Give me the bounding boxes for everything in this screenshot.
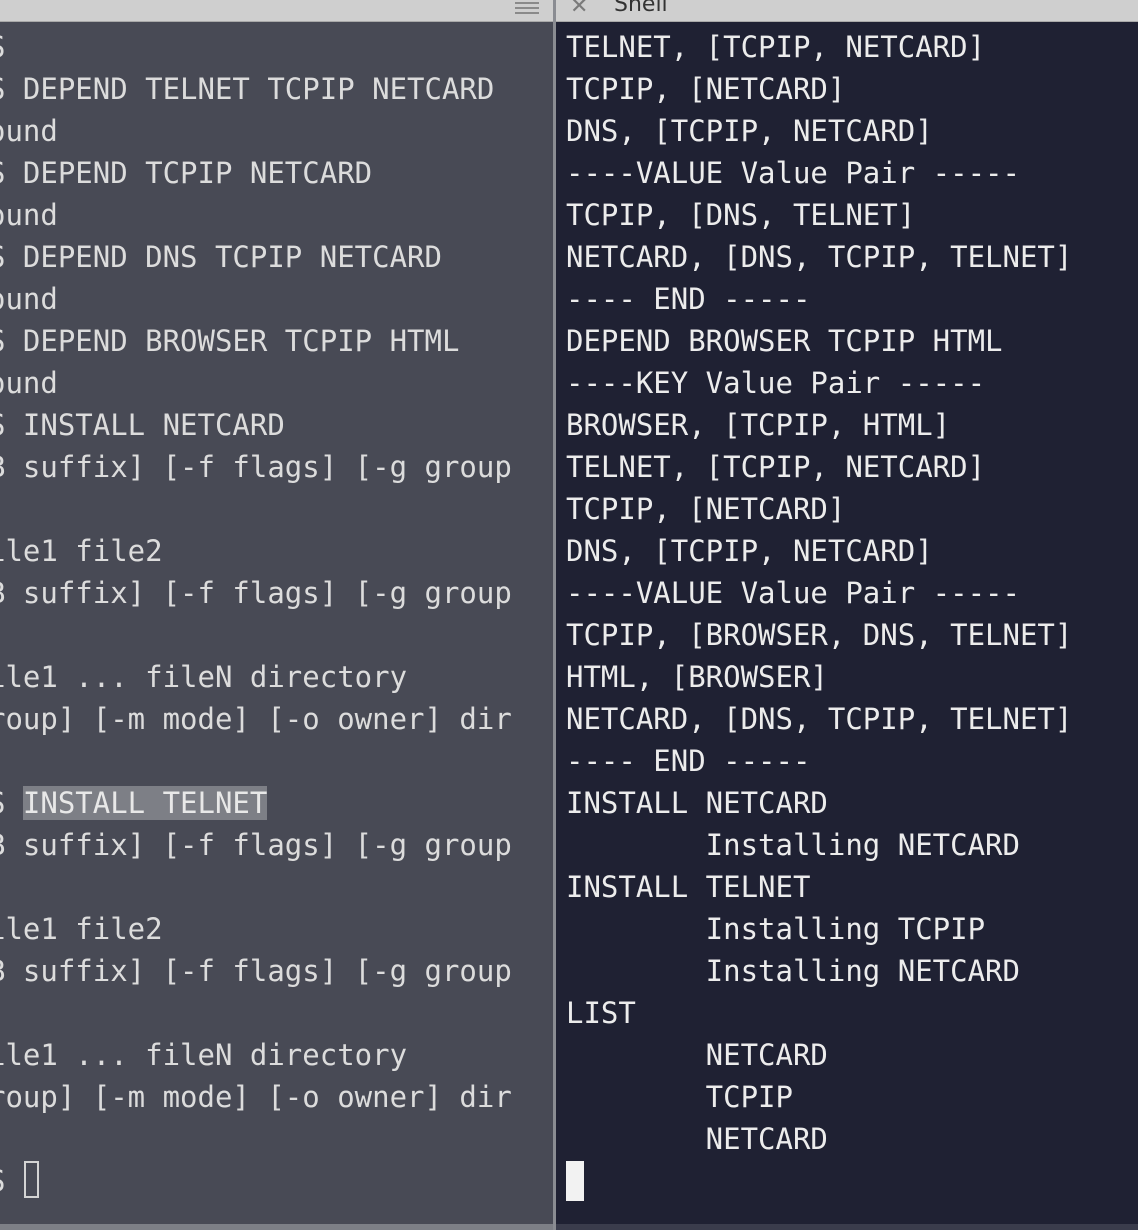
shell-line: ---- END ----- bbox=[566, 282, 811, 316]
right-pane-statusbar bbox=[556, 1224, 1138, 1230]
right-terminal-pane[interactable]: ✕ Shell TELNET, [TCPIP, NETCARD] TCPIP, … bbox=[556, 0, 1138, 1230]
shell-line: Installing NETCARD bbox=[566, 828, 1020, 862]
shell-line: ---- END ----- bbox=[566, 744, 811, 778]
shell-line: TELNET, [TCPIP, NETCARD] bbox=[566, 30, 986, 64]
left-terminal-pane[interactable]: S S DEPEND TELNET TCPIP NETCARD ound S D… bbox=[0, 0, 553, 1230]
left-pane-titlebar bbox=[0, 0, 553, 22]
shell-line: BROWSER, [TCPIP, HTML] bbox=[566, 408, 951, 442]
shell-line: TCPIP, [DNS, TELNET] bbox=[566, 198, 916, 232]
shell-line: DNS, [TCPIP, NETCARD] bbox=[566, 534, 933, 568]
terminal-line: B suffix] [-f flags] [-g group bbox=[0, 450, 512, 484]
terminal-line: roup] [-m mode] [-o owner] dir bbox=[0, 702, 512, 736]
shell-line: HTML, [BROWSER] bbox=[566, 660, 828, 694]
prompt-prefix: S bbox=[0, 786, 23, 820]
terminal-line: ile1 file2 bbox=[0, 534, 163, 568]
shell-line: Installing TCPIP bbox=[566, 912, 986, 946]
terminal-prompt-line[interactable]: S bbox=[0, 1160, 553, 1202]
terminal-line: S DEPEND BROWSER TCPIP HTML bbox=[0, 324, 460, 358]
terminal-line: S INSTALL NETCARD bbox=[0, 408, 285, 442]
block-cursor[interactable] bbox=[566, 1161, 584, 1201]
left-terminal-output: S S DEPEND TELNET TCPIP NETCARD ound S D… bbox=[0, 26, 553, 1202]
shell-line: NETCARD bbox=[566, 1038, 828, 1072]
terminal-line: S DEPEND DNS TCPIP NETCARD bbox=[0, 240, 442, 274]
selected-command[interactable]: INSTALL TELNET bbox=[22, 786, 268, 820]
terminal-line: ound bbox=[0, 114, 58, 148]
terminal-line-with-selection: S INSTALL TELNET bbox=[0, 782, 553, 824]
shell-output: TELNET, [TCPIP, NETCARD] TCPIP, [NETCARD… bbox=[566, 26, 1138, 1160]
shell-line: TCPIP, [NETCARD] bbox=[566, 492, 846, 526]
shell-line: DNS, [TCPIP, NETCARD] bbox=[566, 114, 933, 148]
terminal-line: ound bbox=[0, 282, 58, 316]
shell-line: ----KEY Value Pair ----- bbox=[566, 366, 986, 400]
terminal-line: S DEPEND TELNET TCPIP NETCARD bbox=[0, 72, 495, 106]
terminal-line: roup] [-m mode] [-o owner] dir bbox=[0, 1080, 512, 1114]
terminal-line: ound bbox=[0, 366, 58, 400]
terminal-line: B suffix] [-f flags] [-g group bbox=[0, 576, 512, 610]
shell-line: NETCARD, [DNS, TCPIP, TELNET] bbox=[566, 240, 1073, 274]
shell-line: ----VALUE Value Pair ----- bbox=[566, 156, 1020, 190]
terminal-line: ile1 file2 bbox=[0, 912, 163, 946]
shell-line: TCPIP, [NETCARD] bbox=[566, 72, 846, 106]
terminal-line: S DEPEND TCPIP NETCARD bbox=[0, 156, 373, 190]
terminal-line: ile1 ... fileN directory bbox=[0, 1038, 408, 1072]
shell-line: TCPIP bbox=[566, 1080, 793, 1114]
shell-line: NETCARD bbox=[566, 1122, 828, 1156]
text-cursor bbox=[24, 1161, 39, 1198]
terminal-line: ound bbox=[0, 198, 58, 232]
shell-tab[interactable]: ✕ Shell bbox=[556, 0, 1138, 22]
shell-line: ----VALUE Value Pair ----- bbox=[566, 576, 1020, 610]
shell-line: DEPEND BROWSER TCPIP HTML bbox=[566, 324, 1003, 358]
screen: S S DEPEND TELNET TCPIP NETCARD ound S D… bbox=[0, 0, 1138, 1230]
shell-line: NETCARD, [DNS, TCPIP, TELNET] bbox=[566, 702, 1073, 736]
terminal-line: B suffix] [-f flags] [-g group bbox=[0, 828, 512, 862]
terminal-line: ile1 ... fileN directory bbox=[0, 660, 408, 694]
close-icon[interactable]: ✕ bbox=[570, 0, 588, 19]
shell-line: INSTALL TELNET bbox=[566, 870, 811, 904]
menu-icon[interactable] bbox=[515, 2, 539, 14]
terminal-line: S bbox=[0, 26, 553, 68]
terminal-line: B suffix] [-f flags] [-g group bbox=[0, 954, 512, 988]
shell-line: TCPIP, [BROWSER, DNS, TELNET] bbox=[566, 618, 1073, 652]
shell-line: Installing NETCARD bbox=[566, 954, 1020, 988]
shell-line: INSTALL NETCARD bbox=[566, 786, 828, 820]
shell-line: LIST bbox=[566, 996, 636, 1030]
shell-line: TELNET, [TCPIP, NETCARD] bbox=[566, 450, 986, 484]
tab-title: Shell bbox=[614, 0, 668, 17]
left-pane-statusbar bbox=[0, 1224, 553, 1230]
